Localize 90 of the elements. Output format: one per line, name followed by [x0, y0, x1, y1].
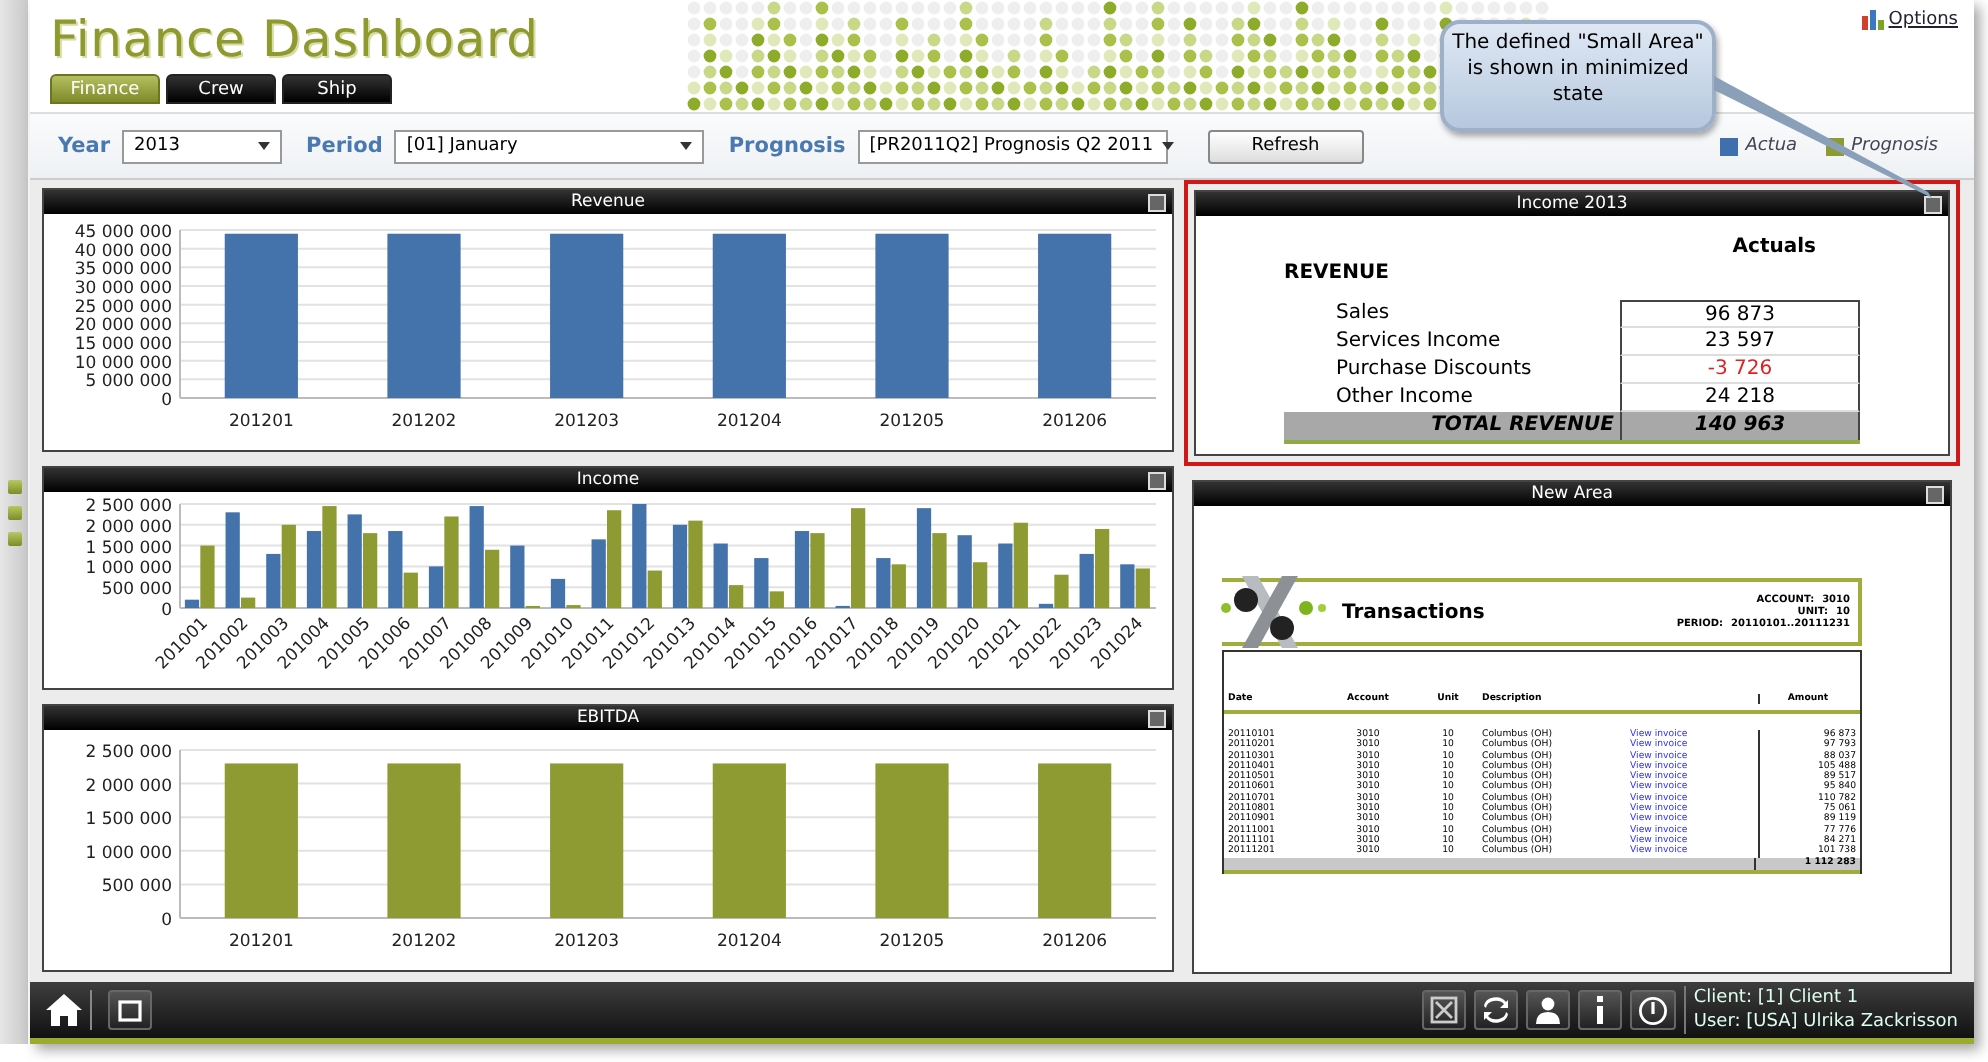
bar-chart-icon — [1862, 8, 1885, 30]
row-label: Purchase Discounts — [1334, 356, 1534, 384]
boxed-cross-icon — [1429, 996, 1458, 1024]
tab[interactable]: Ship — [282, 74, 392, 104]
user-icon — [1533, 996, 1562, 1024]
value-cell: 96 873 — [1620, 300, 1860, 328]
axis-tick-label: 201203 — [554, 932, 620, 952]
minimize-icon[interactable] — [1924, 196, 1942, 214]
minimize-icon[interactable] — [1926, 486, 1944, 504]
power-button[interactable] — [1629, 990, 1676, 1030]
axis-tick-label: 201206 — [1042, 412, 1108, 432]
info-button[interactable] — [1577, 990, 1622, 1030]
axis-tick-label: 0 — [161, 911, 172, 931]
axis-tick-label: 35 000 000 — [74, 260, 172, 281]
axis-tick-label: 0 — [161, 601, 172, 621]
axis-tick-label: 1 000 000 — [85, 559, 172, 580]
legend-label: Actua — [1745, 136, 1798, 156]
section-title: REVENUE — [1284, 262, 1391, 284]
window-button[interactable] — [108, 990, 152, 1030]
axis-tick-label: 2 500 000 — [85, 497, 172, 517]
refresh-button[interactable] — [1473, 990, 1518, 1030]
minimize-icon[interactable] — [1148, 710, 1166, 728]
column-header: Actuals — [1732, 236, 1816, 258]
minimize-icon[interactable] — [1148, 472, 1166, 490]
axis-tick-label: 2 500 000 — [85, 743, 172, 763]
callout-tooltip: The defined "Small Area" is shown in minimized state — [1440, 20, 1716, 132]
options-link[interactable]: Options — [1862, 8, 1958, 30]
axis-tick-label: 201202 — [391, 412, 457, 432]
axis-tick-label: 15 000 000 — [74, 335, 172, 355]
panel-title: Income — [576, 470, 640, 490]
refresh-icon — [1481, 996, 1510, 1024]
value-cell: 23 597 — [1620, 328, 1860, 356]
axis-tick-label: 30 000 000 — [74, 279, 172, 299]
filter-label: Year — [58, 134, 111, 158]
axis-tick-label: 1 500 000 — [85, 810, 172, 831]
client-label: Client: [1] Client 1 — [1693, 986, 1861, 1010]
power-icon — [1637, 995, 1668, 1025]
caret-icon — [258, 142, 271, 150]
axis-tick-label: 201201 — [228, 932, 294, 952]
axis-tick-label: 201204 — [716, 412, 782, 432]
tab[interactable]: Crew — [166, 74, 276, 104]
panel-title: Income 2013 — [1516, 194, 1628, 214]
axis-tick-label: 500 000 — [101, 580, 172, 601]
axis-tick-label: 201201 — [228, 412, 294, 432]
panel-title: New Area — [1531, 484, 1613, 504]
row-label: Other Income — [1334, 384, 1475, 412]
axis-tick-label: 25 000 000 — [74, 297, 172, 318]
axis-tick-label: 40 000 000 — [74, 241, 172, 262]
refresh-button[interactable]: Refresh — [1207, 129, 1364, 163]
filter-label: Prognosis — [728, 134, 846, 158]
panel-title: Revenue — [570, 192, 646, 212]
total-label: TOTAL REVENUE — [1429, 412, 1616, 440]
logo-drawing — [1218, 572, 1326, 652]
value-cell: -3 726 — [1620, 356, 1860, 384]
axis-tick-label: 201203 — [554, 412, 620, 432]
total-cell: 140 963 — [1620, 412, 1860, 440]
close-all-button[interactable] — [1421, 990, 1466, 1030]
axis-tick-label: 0 — [161, 391, 172, 411]
axis-tick-label: 1 000 000 — [85, 843, 172, 864]
row-label: Sales — [1334, 300, 1392, 328]
report-title: Transactions — [1342, 601, 1485, 623]
window-icon — [118, 999, 142, 1021]
panel-title: EBITDA — [576, 708, 640, 728]
axis-tick-label: 1 500 000 — [85, 538, 172, 559]
axis-tick-label: 500 000 — [101, 877, 172, 898]
axis-tick-label: 201205 — [879, 932, 945, 952]
filter-label: Period — [306, 134, 383, 158]
axis-tick-label: 20 000 000 — [74, 316, 172, 337]
axis-tick-label: 5 000 000 — [85, 372, 172, 393]
legend-label: Prognosis — [1851, 136, 1938, 156]
caret-icon — [680, 142, 693, 150]
axis-tick-label: 2 000 000 — [85, 776, 172, 797]
axis-tick-label: 45 000 000 — [74, 223, 172, 243]
dropdown[interactable]: 2013 — [122, 129, 283, 163]
axis-tick-label: 2 000 000 — [85, 517, 172, 538]
axis-tick-label: 201202 — [391, 932, 457, 952]
axis-tick-label: 201204 — [716, 932, 782, 952]
row-label: Services Income — [1334, 328, 1503, 356]
home-icon — [44, 992, 84, 1028]
user-button[interactable] — [1525, 990, 1570, 1030]
caret-icon — [1161, 142, 1174, 150]
axis-tick-label: 201206 — [1042, 932, 1108, 952]
dropdown[interactable]: [PR2011Q2] Prognosis Q2 2011 — [857, 129, 1168, 163]
user-label: User: [USA] Ulrika Zackrisson — [1693, 1010, 1958, 1034]
minimize-icon[interactable] — [1148, 194, 1166, 212]
dashboard-title: Finance Dashboard — [50, 8, 541, 68]
dropdown[interactable]: [01] January — [394, 129, 705, 163]
axis-tick-label: 10 000 000 — [74, 353, 172, 374]
info-icon — [1591, 996, 1608, 1024]
axis-tick-label: 201205 — [879, 412, 945, 432]
